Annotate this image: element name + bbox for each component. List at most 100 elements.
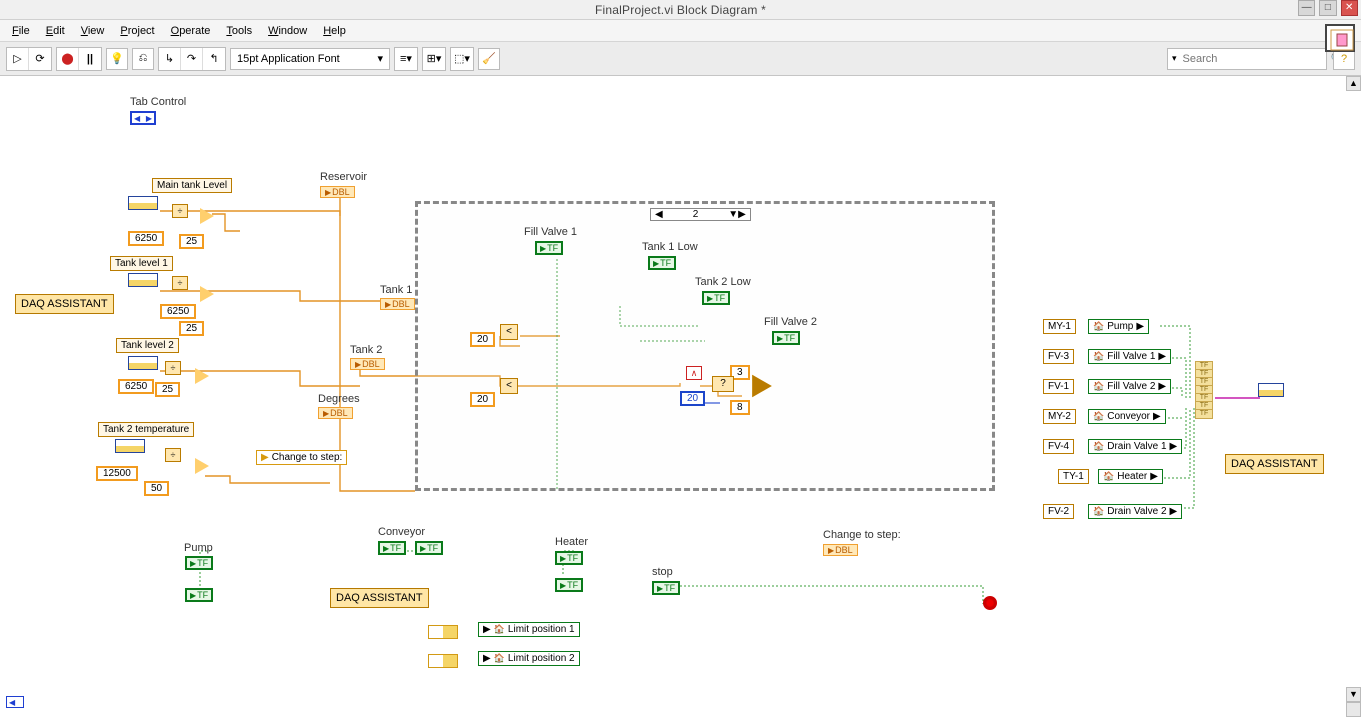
stop-tf[interactable]: TF <box>652 581 680 595</box>
step-into-button[interactable]: ↳ <box>159 48 181 70</box>
corner-terminal[interactable]: ◀ <box>6 696 24 708</box>
dynamic-data-node-1[interactable] <box>128 196 158 210</box>
pump-tf[interactable]: TF <box>185 556 213 570</box>
const-20-a[interactable]: 20 <box>470 332 495 347</box>
const-20-c[interactable]: 20 <box>680 391 705 406</box>
heater-tf-2[interactable]: TF <box>555 578 583 592</box>
menu-tools[interactable]: Tools <box>218 23 260 39</box>
case-next-icon[interactable]: ▼▶ <box>728 209 746 220</box>
case-structure[interactable] <box>415 201 995 491</box>
divide-node-2[interactable]: ÷ <box>172 276 188 290</box>
maximize-button[interactable]: □ <box>1319 0 1336 16</box>
tag-fv4[interactable]: FV-4 <box>1043 439 1074 454</box>
close-button[interactable]: ✕ <box>1341 0 1358 16</box>
fill-valve-1-tf[interactable]: TF <box>535 241 563 255</box>
degrees-indicator[interactable]: DBL <box>318 407 353 419</box>
divide-node-1[interactable]: ÷ <box>172 204 188 218</box>
pause-button[interactable]: || <box>79 48 101 70</box>
menu-project[interactable]: Project <box>112 23 162 39</box>
const-12500[interactable]: 12500 <box>96 466 138 481</box>
reservoir-indicator[interactable]: DBL <box>320 186 355 198</box>
menu-window[interactable]: Window <box>260 23 315 39</box>
local-fill-valve-1[interactable]: 🏠Fill Valve 1▶ <box>1088 349 1171 364</box>
search-box[interactable]: ▾ 🔍 <box>1167 48 1327 70</box>
local-fill-valve-2[interactable]: 🏠Fill Valve 2▶ <box>1088 379 1171 394</box>
divide-node-4[interactable]: ÷ <box>165 448 181 462</box>
tank-level-2-control[interactable]: Tank level 2 <box>116 338 179 353</box>
conveyor-tf-2[interactable]: TF <box>415 541 443 555</box>
const-25-b[interactable]: 25 <box>179 321 204 336</box>
minimize-button[interactable]: — <box>1298 0 1315 16</box>
compare-1[interactable]: < <box>500 324 518 340</box>
tag-fv1[interactable]: FV-1 <box>1043 379 1074 394</box>
run-continuous-button[interactable]: ⟳ <box>29 48 51 70</box>
const-25-a[interactable]: 25 <box>179 234 204 249</box>
dynamic-data-node-2[interactable] <box>128 273 158 287</box>
change-step-right-ind[interactable]: DBL <box>823 544 858 556</box>
tab-control-terminal[interactable]: ◀▶ <box>130 111 156 125</box>
local-heater[interactable]: 🏠Heater▶ <box>1098 469 1163 484</box>
menu-operate[interactable]: Operate <box>163 23 219 39</box>
menu-file[interactable]: File <box>4 23 38 39</box>
tank2-indicator[interactable]: DBL <box>350 358 385 370</box>
case-selector[interactable]: ◀ 2 ▼▶ <box>650 208 751 221</box>
vi-icon[interactable] <box>1325 24 1355 52</box>
local-drain-valve-2[interactable]: 🏠Drain Valve 2▶ <box>1088 504 1182 519</box>
build-array-node[interactable]: TFTFTFTFTFTFTF <box>1195 361 1213 419</box>
menu-help[interactable]: Help <box>315 23 354 39</box>
block-diagram-canvas[interactable]: Tab Control ◀▶ DAQ ASSISTANT Main tank L… <box>0 76 1361 717</box>
loop-stop-terminal[interactable] <box>983 596 997 610</box>
main-tank-level-control[interactable]: Main tank Level <box>152 178 232 193</box>
daq-assistant-right[interactable]: DAQ ASSISTANT <box>1225 454 1324 474</box>
tag-my2[interactable]: MY-2 <box>1043 409 1076 424</box>
and-node[interactable]: ∧ <box>686 366 702 380</box>
fill-valve-2-tf[interactable]: TF <box>772 331 800 345</box>
tank-level-1-control[interactable]: Tank level 1 <box>110 256 173 271</box>
heater-tf[interactable]: TF <box>555 551 583 565</box>
menu-view[interactable]: View <box>73 23 113 39</box>
const-6250-c[interactable]: 6250 <box>118 379 154 394</box>
highlight-button[interactable]: 💡 <box>106 48 128 70</box>
step-over-button[interactable]: ↷ <box>181 48 203 70</box>
scroll-down-button[interactable]: ▼ <box>1346 687 1361 702</box>
dyn-limit-1[interactable] <box>428 625 458 639</box>
local-limit-1[interactable]: ▶🏠Limit position 1 <box>478 622 580 637</box>
daq-assistant-bottom[interactable]: DAQ ASSISTANT <box>330 588 429 608</box>
menu-edit[interactable]: Edit <box>38 23 73 39</box>
tag-fv2[interactable]: FV-2 <box>1043 504 1074 519</box>
const-6250-a[interactable]: 6250 <box>128 231 164 246</box>
distribute-button[interactable]: ⊞▾ <box>423 48 445 70</box>
local-change-step[interactable]: ▶Change to step: <box>256 450 347 465</box>
const-8[interactable]: 8 <box>730 400 750 415</box>
local-limit-2[interactable]: ▶🏠Limit position 2 <box>478 651 580 666</box>
abort-button[interactable]: ⬤ <box>57 48 79 70</box>
conveyor-tf[interactable]: TF <box>378 541 406 555</box>
case-prev-icon[interactable]: ◀ <box>655 209 663 220</box>
tag-fv3[interactable]: FV-3 <box>1043 349 1074 364</box>
font-selector[interactable]: 15pt Application Font ▾ <box>230 48 390 70</box>
tank1-low-tf[interactable]: TF <box>648 256 676 270</box>
search-input[interactable] <box>1181 52 1327 66</box>
tag-my1[interactable]: MY-1 <box>1043 319 1076 334</box>
daq-assistant-left[interactable]: DAQ ASSISTANT <box>15 294 114 314</box>
const-20-b[interactable]: 20 <box>470 392 495 407</box>
write-node[interactable] <box>1258 383 1284 397</box>
step-out-button[interactable]: ↰ <box>203 48 225 70</box>
dynamic-data-node-3[interactable] <box>128 356 158 370</box>
tank1-indicator[interactable]: DBL <box>380 298 415 310</box>
local-pump[interactable]: 🏠Pump▶ <box>1088 319 1149 334</box>
scroll-up-button[interactable]: ▲ <box>1346 76 1361 91</box>
retain-wire-button[interactable]: ⎌ <box>132 48 154 70</box>
cleanup-button[interactable]: 🧹 <box>478 48 500 70</box>
pump-tf-2[interactable]: TF <box>185 588 213 602</box>
align-button[interactable]: ≡▾ <box>395 48 417 70</box>
divide-node-3[interactable]: ÷ <box>165 361 181 375</box>
dynamic-data-node-4[interactable] <box>115 439 145 453</box>
compare-2[interactable]: < <box>500 378 518 394</box>
compound-node[interactable] <box>752 375 772 397</box>
select-node[interactable]: ? <box>712 376 734 392</box>
run-button[interactable]: ▷ <box>7 48 29 70</box>
tag-ty1[interactable]: TY-1 <box>1058 469 1089 484</box>
const-50[interactable]: 50 <box>144 481 169 496</box>
tank2-temp-control[interactable]: Tank 2 temperature <box>98 422 194 437</box>
